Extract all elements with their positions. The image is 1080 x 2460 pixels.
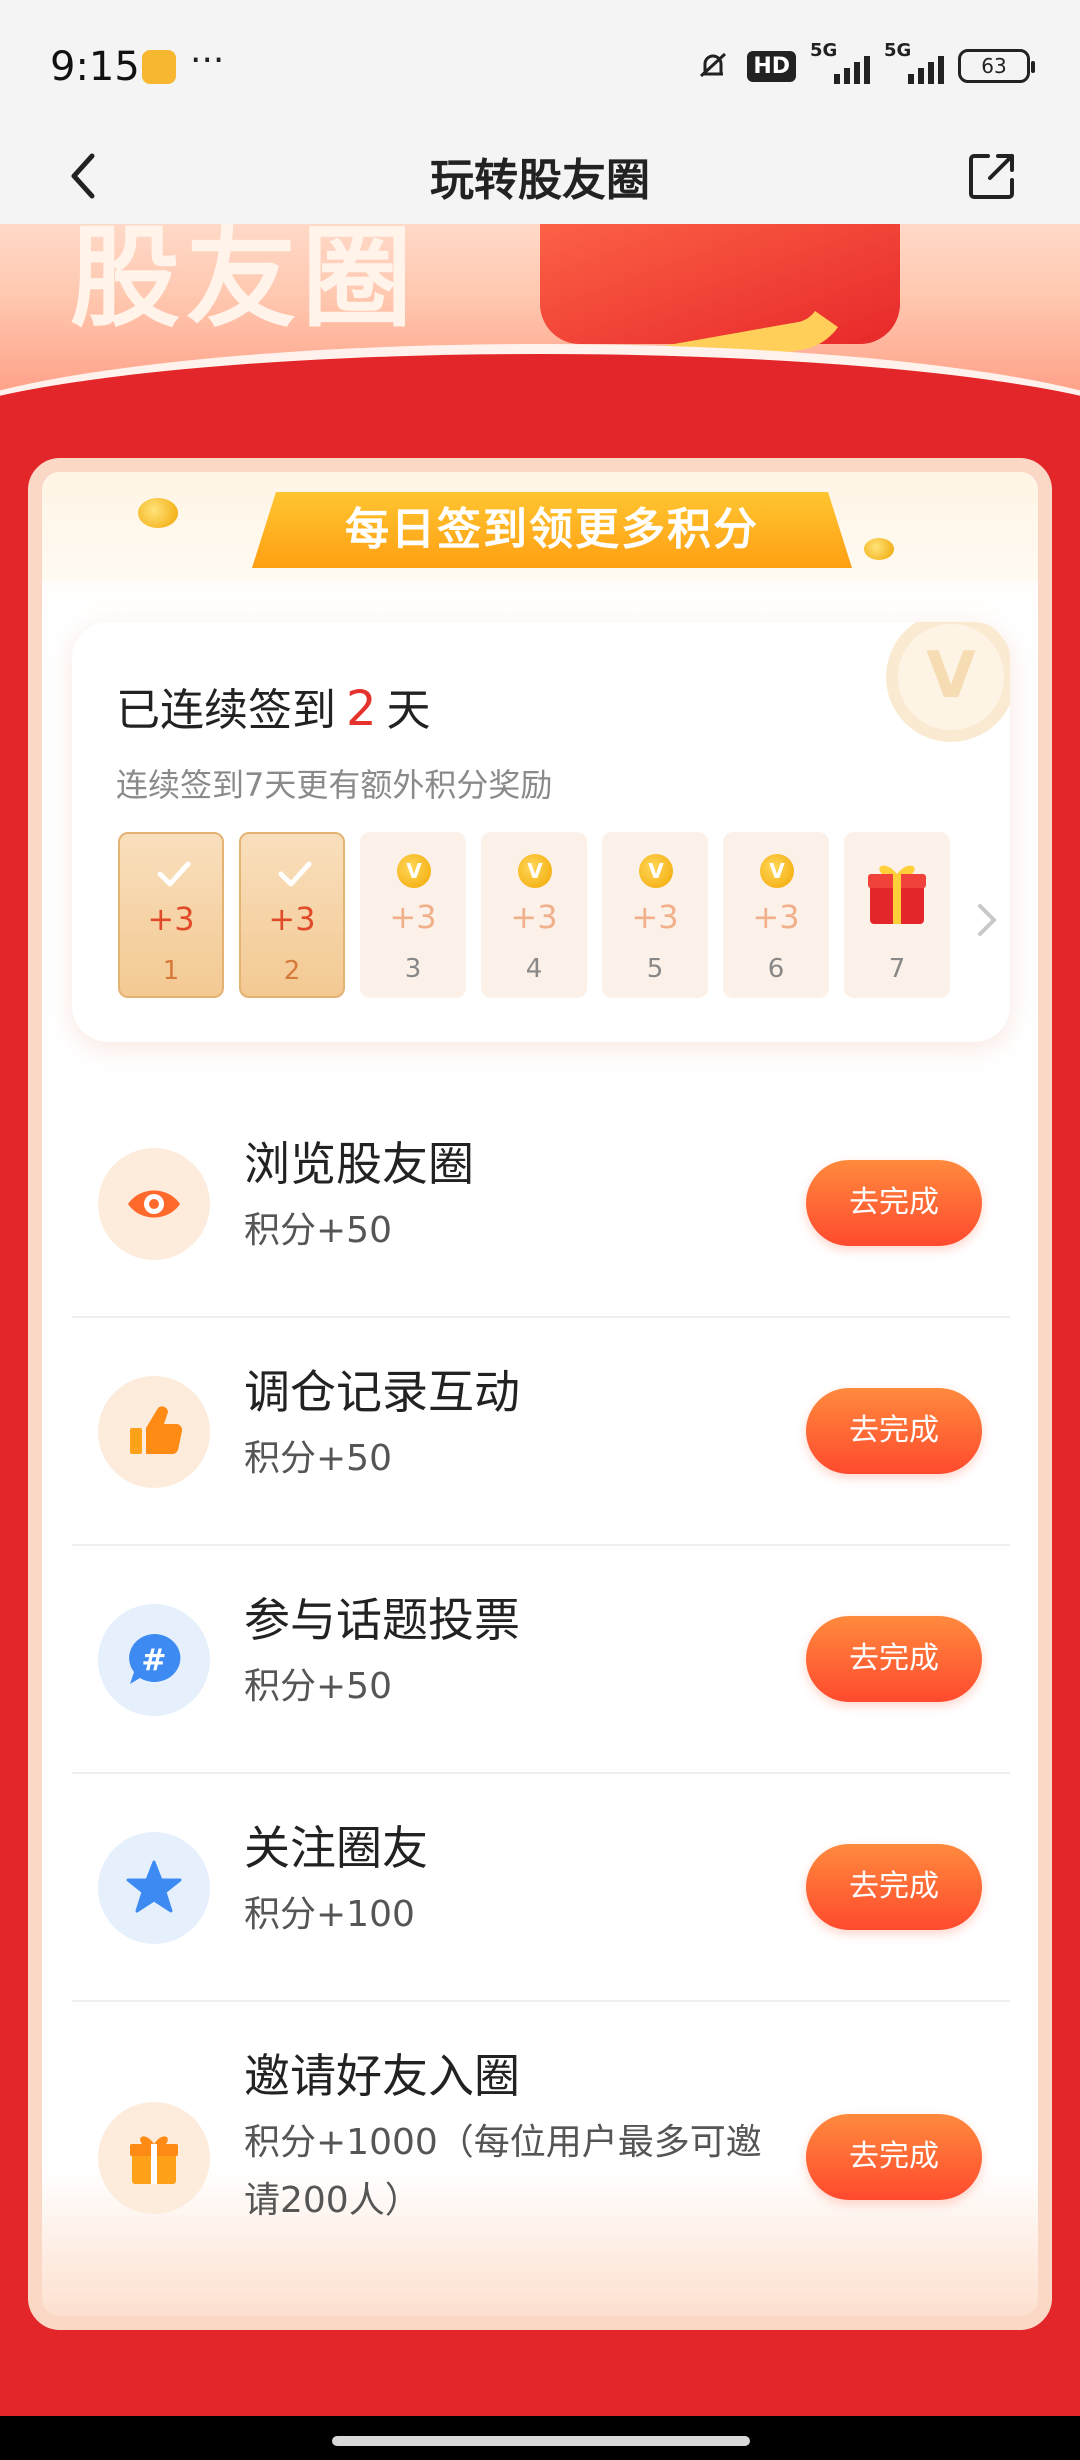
status-bar: 9:15 ··· HD 5G 5G 63 [0,0,1080,128]
task-item-rebalance: 调仓记录互动 积分+50 去完成 [72,1318,1010,1546]
day-number: 1 [162,956,180,986]
checkin-panel: V 已连续签到 2 天 连续签到7天更有额外积分奖励 +3 1 +3 2 V +… [72,622,1010,1042]
checkin-day-7[interactable]: 7 [844,832,950,998]
v-coin-icon: V [760,854,794,888]
star-icon [98,1832,210,1944]
task-reward: 积分+50 [244,1210,392,1251]
svg-text:#: # [141,1643,166,1678]
task-item-topic-vote: # 参与话题投票 积分+50 去完成 [72,1546,1010,1774]
gift-box-icon [868,865,926,924]
day-number: 4 [525,954,543,984]
checkin-subtitle: 连续签到7天更有额外积分奖励 [116,766,553,804]
status-time: 9:15 [50,44,140,90]
checkin-streak-text: 已连续签到 2 天 [116,674,431,738]
gift-icon [98,2102,210,2214]
share-icon[interactable] [966,150,1018,202]
day-points: +3 [752,898,800,936]
signal-sim1-icon: 5G [810,40,870,86]
task-reward: 积分+1000（每位用户最多可邀请200人） [244,2122,762,2221]
task-reward: 积分+100 [244,1894,415,1935]
signal-sim2-icon: 5G [884,40,944,86]
day-points: +3 [631,898,679,936]
checkin-day-1[interactable]: +3 1 [118,832,224,998]
coin-icon [138,498,178,528]
checkin-day-2[interactable]: +3 2 [239,832,345,998]
check-icon [157,861,191,887]
day-number: 7 [888,954,906,984]
hashtag-chat-icon: # [98,1604,210,1716]
v-coin-icon: V [397,854,431,888]
day-number: 6 [767,954,785,984]
checkin-suffix: 天 [386,685,431,736]
home-indicator[interactable] [332,2436,750,2446]
battery-icon: 63 [958,49,1035,83]
page-title: 玩转股友圈 [430,155,650,206]
banner-curve [0,344,1080,400]
checkin-prefix: 已连续签到 [116,685,336,736]
v-coin-icon: V [518,854,552,888]
task-go-button[interactable]: 去完成 [806,2114,982,2200]
checkin-day-6[interactable]: V +3 6 [723,832,829,998]
task-item-browse: 浏览股友圈 积分+50 去完成 [72,1090,1010,1318]
banner-text: 股友圈 [70,224,418,342]
day-number: 3 [404,954,422,984]
coin-icon [864,538,894,560]
checkin-days-row: +3 1 +3 2 V +3 3 V +3 4 V +3 5 V +3 6 7 [118,832,950,998]
v-coin-icon: V [639,854,673,888]
nav-bar: 玩转股友圈 [0,128,1080,224]
hd-voice-icon: HD [747,50,796,82]
checkin-day-5[interactable]: V +3 5 [602,832,708,998]
checkin-day-4[interactable]: V +3 4 [481,832,587,998]
day-points: +3 [510,898,558,936]
task-go-button[interactable]: 去完成 [806,1160,982,1246]
task-item-follow: 关注圈友 积分+100 去完成 [72,1774,1010,2002]
day-points: +3 [389,898,437,936]
day-points: +3 [147,900,195,938]
card-header: 每日签到领更多积分 [42,472,1038,582]
day-number: 2 [283,956,301,986]
daily-signin-ribbon: 每日签到领更多积分 [252,492,852,568]
task-item-invite: 邀请好友入圈 积分+1000（每位用户最多可邀请200人） 去完成 [72,2002,1010,2302]
task-title: 邀请好友入圈 [244,2049,520,2103]
task-title: 关注圈友 [244,1821,428,1875]
task-go-button[interactable]: 去完成 [806,1388,982,1474]
eye-icon [98,1148,210,1260]
chevron-right-icon[interactable] [972,900,1002,940]
check-icon [278,861,312,887]
tasks-card: 每日签到领更多积分 V 已连续签到 2 天 连续签到7天更有额外积分奖励 +3 1 [28,458,1052,2330]
task-go-button[interactable]: 去完成 [806,1844,982,1930]
mute-bell-icon [700,52,727,78]
checkin-days-count: 2 [346,681,377,737]
thumbs-up-icon [98,1376,210,1488]
task-title: 参与话题投票 [244,1593,520,1647]
task-reward: 积分+50 [244,1666,392,1707]
app-notification-icon [142,50,176,84]
day-points: +3 [268,900,316,938]
v-coin-decoration-icon: V [886,622,1010,742]
task-go-button[interactable]: 去完成 [806,1616,982,1702]
task-reward: 积分+50 [244,1438,392,1479]
task-title: 浏览股友圈 [244,1137,474,1191]
checkin-day-3[interactable]: V +3 3 [360,832,466,998]
more-notifications-icon: ··· [190,40,225,81]
task-title: 调仓记录互动 [244,1365,520,1419]
status-icons: HD 5G 5G 63 [693,40,1035,86]
hero-banner: 股友圈 [0,224,1080,400]
day-number: 5 [646,954,664,984]
